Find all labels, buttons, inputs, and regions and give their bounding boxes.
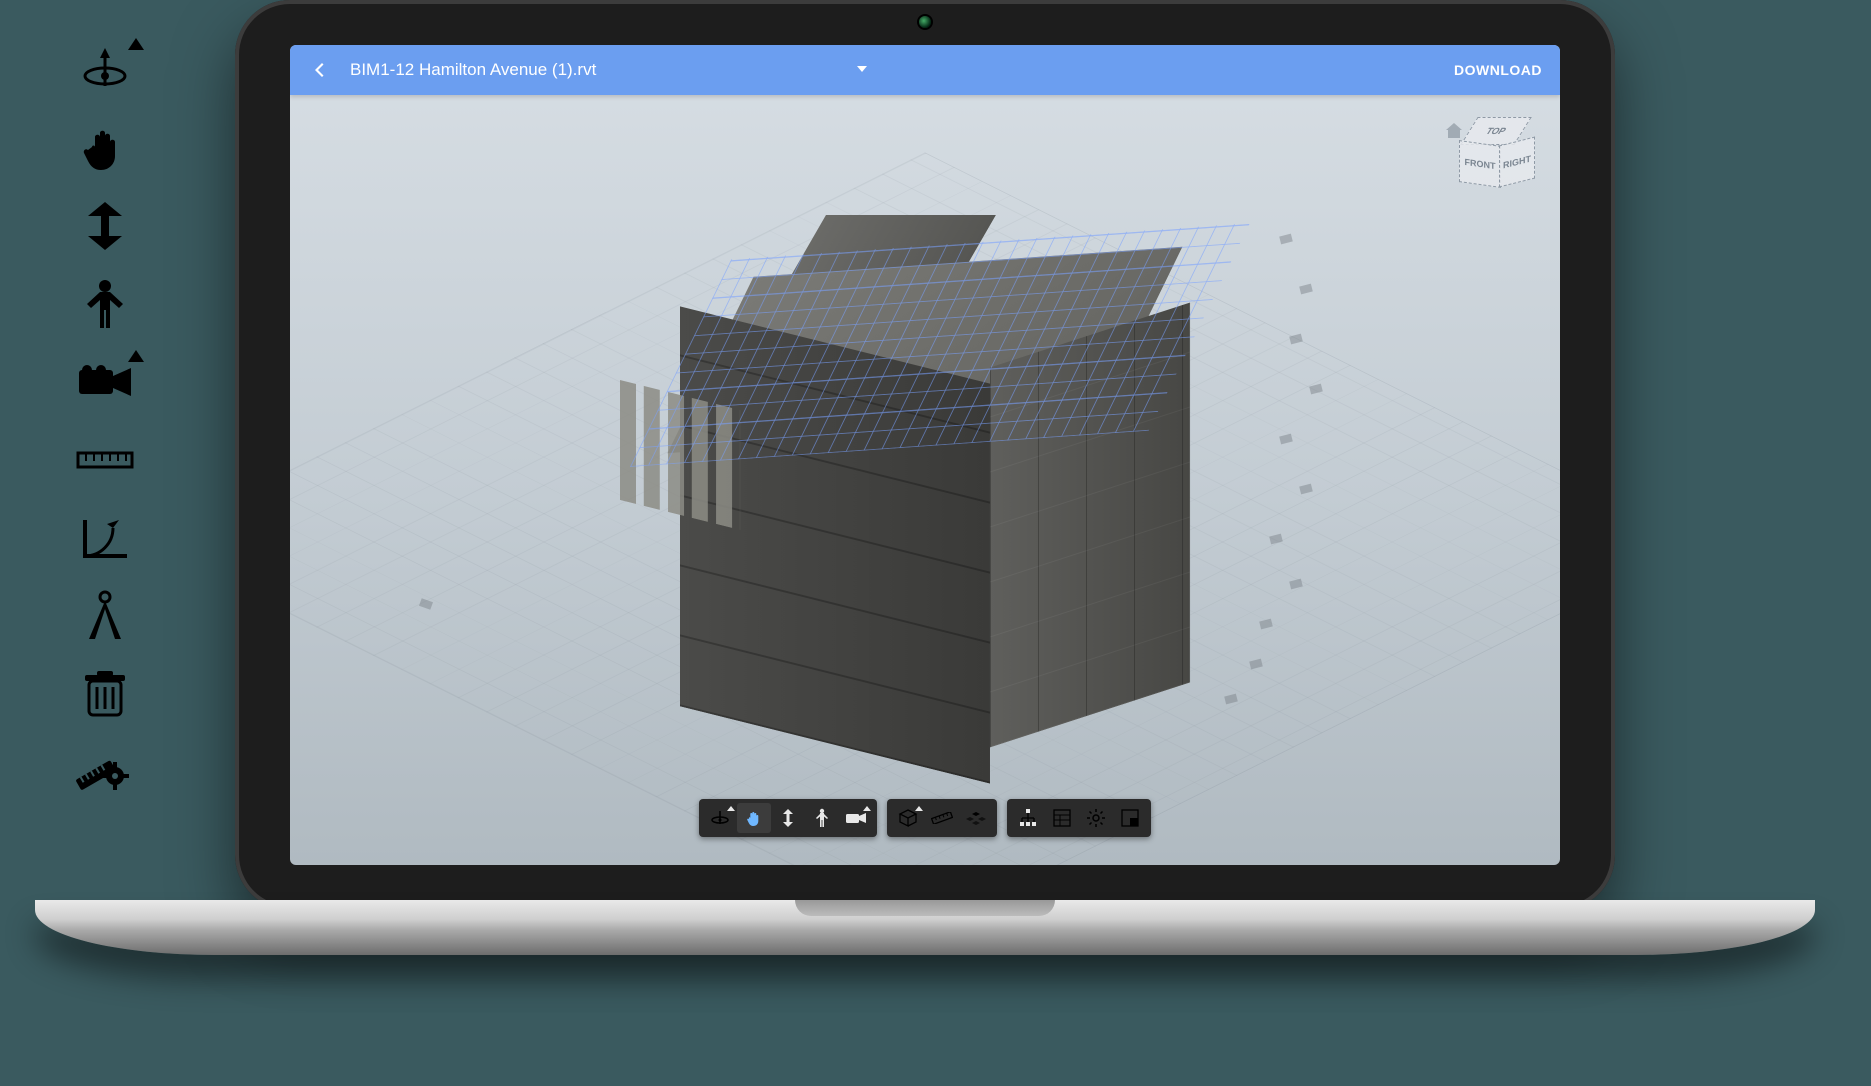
updown-arrow-icon — [82, 200, 128, 252]
laptop-notch — [795, 900, 1055, 916]
ruler-gear-icon — [75, 748, 135, 796]
webcam-icon — [919, 16, 931, 28]
laptop-body: BIM1-12 Hamilton Avenue (1).rvt DOWNLOAD… — [235, 0, 1615, 910]
section-button[interactable] — [891, 803, 925, 833]
tree-icon — [1018, 808, 1038, 828]
measure-button[interactable] — [925, 803, 959, 833]
delete-tool[interactable] — [70, 664, 140, 724]
compass-icon — [81, 589, 129, 643]
orbit-button[interactable] — [703, 803, 737, 833]
measure-angle-tool[interactable] — [70, 508, 140, 568]
fullscreen-icon — [1121, 809, 1139, 827]
explode-button[interactable] — [959, 803, 993, 833]
download-button[interactable]: DOWNLOAD — [1454, 62, 1542, 78]
chevron-down-icon — [856, 63, 868, 75]
pan-tool[interactable] — [70, 118, 140, 178]
properties-icon — [1053, 809, 1071, 827]
app-bar: BIM1-12 Hamilton Avenue (1).rvt DOWNLOAD — [290, 45, 1560, 95]
viewer-toolbar — [699, 799, 1151, 837]
toolbar-group-model — [887, 799, 997, 837]
orbit-tool[interactable] — [70, 40, 140, 100]
trash-icon — [83, 669, 127, 719]
hand-icon — [744, 808, 764, 828]
gear-icon — [1086, 808, 1106, 828]
dropdown-marker-icon — [128, 350, 144, 362]
file-title: BIM1-12 Hamilton Avenue (1).rvt — [350, 60, 596, 80]
back-button[interactable] — [308, 58, 332, 82]
building-model — [620, 225, 1180, 745]
cube-section-icon — [898, 808, 918, 828]
hand-icon — [80, 123, 130, 173]
toolbar-group-nav — [699, 799, 877, 837]
updown-button[interactable] — [771, 803, 805, 833]
laptop-frame: BIM1-12 Hamilton Avenue (1).rvt DOWNLOAD… — [235, 0, 1615, 965]
toolbar-group-panels — [1007, 799, 1151, 837]
dropdown-marker-icon — [128, 38, 144, 50]
measure-settings-tool[interactable] — [70, 742, 140, 802]
updown-tool[interactable] — [70, 196, 140, 256]
arrow-left-icon — [310, 60, 330, 80]
properties-button[interactable] — [1045, 803, 1079, 833]
walk-button[interactable] — [805, 803, 839, 833]
camera-button[interactable] — [839, 803, 873, 833]
laptop-base — [35, 900, 1815, 955]
orbit-icon — [710, 808, 730, 828]
viewport-3d[interactable] — [290, 95, 1560, 865]
camera-icon — [77, 362, 133, 402]
settings-button[interactable] — [1079, 803, 1113, 833]
ruler-icon — [76, 447, 134, 473]
fullscreen-button[interactable] — [1113, 803, 1147, 833]
orbit-icon — [81, 46, 129, 94]
angle-icon — [79, 514, 131, 562]
person-icon — [815, 808, 829, 828]
model-tree-button[interactable] — [1011, 803, 1045, 833]
walk-tool[interactable] — [70, 274, 140, 334]
person-icon — [85, 278, 125, 330]
measure-distance-tool[interactable] — [70, 430, 140, 490]
title-dropdown-button[interactable] — [856, 63, 868, 78]
camera-tool[interactable] — [70, 352, 140, 412]
pan-button[interactable] — [737, 803, 771, 833]
explode-icon — [966, 808, 986, 828]
calibrate-tool[interactable] — [70, 586, 140, 646]
ruler-icon — [931, 812, 953, 824]
camera-icon — [845, 810, 867, 826]
updown-arrow-icon — [780, 808, 796, 828]
viewer-screen: BIM1-12 Hamilton Avenue (1).rvt DOWNLOAD… — [290, 45, 1560, 865]
external-tool-palette — [70, 40, 140, 802]
